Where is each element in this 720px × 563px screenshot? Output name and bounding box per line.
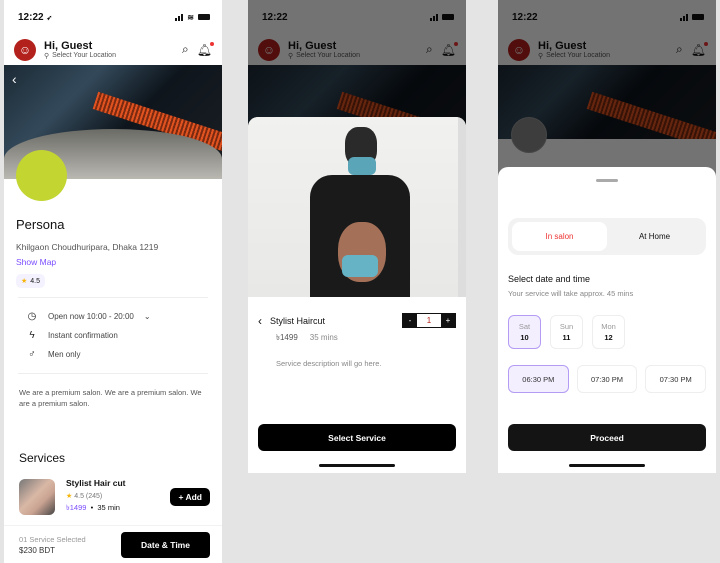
- back-icon[interactable]: ‹: [258, 314, 262, 328]
- feature-confirmation: ϟ Instant confirmation: [16, 326, 210, 345]
- pin-icon: ⚲: [44, 52, 50, 60]
- show-map-link[interactable]: Show Map: [16, 257, 210, 267]
- home-indicator: [319, 464, 395, 467]
- salon-about: We are a premium salon. We are a premium…: [19, 388, 202, 408]
- service-rating: ★ 4.5 (245): [66, 492, 126, 500]
- feature-hours[interactable]: ◷ Open now 10:00 - 20:00 ⌄: [16, 307, 210, 326]
- clock-time: 12:22: [18, 11, 44, 23]
- service-description: Service description will go here.: [276, 359, 382, 368]
- time-option[interactable]: 07:30 PM: [576, 365, 638, 393]
- chevron-down-icon[interactable]: ⌄: [144, 312, 151, 321]
- signal-icon: [175, 13, 184, 21]
- app-header: ☺ Hi, Guest ⚲ Select Your Location ⌕ 🔔︎: [4, 34, 222, 65]
- hours-label: Open now 10:00 - 20:00: [48, 312, 134, 321]
- increment-button[interactable]: +: [441, 314, 455, 327]
- location-type-toggle: In salon At Home: [508, 218, 706, 255]
- home-indicator: [569, 464, 645, 467]
- wifi-icon: ≋: [187, 12, 194, 22]
- service-title: Stylist Haircut: [270, 315, 326, 326]
- rating-badge: ★ 4.5: [16, 274, 46, 288]
- service-price: ৳1499: [66, 503, 87, 512]
- location-label: Select Your Location: [52, 52, 116, 59]
- decrement-button[interactable]: -: [403, 314, 417, 327]
- salon-address: Khilgaon Choudhuripara, Dhaka 1219: [16, 242, 159, 252]
- quantity-stepper: - 1 +: [402, 313, 456, 328]
- time-option[interactable]: 07:30 PM: [645, 365, 707, 393]
- services-heading: Services: [19, 451, 66, 465]
- service-sheet: ‹ Stylist Haircut - 1 + ৳1499 35 mins Ser…: [248, 117, 466, 473]
- day-name: Sat: [518, 322, 531, 331]
- service-photo: [248, 117, 466, 297]
- back-icon[interactable]: ‹: [12, 71, 17, 87]
- service-price: ৳1499: [276, 333, 298, 342]
- user-icon: ☺: [18, 42, 32, 57]
- location-selector[interactable]: ⚲ Select Your Location: [44, 52, 116, 60]
- service-rating-value: 4.5: [74, 493, 84, 500]
- proceed-button[interactable]: Proceed: [508, 424, 706, 451]
- star-icon: ★: [21, 278, 28, 285]
- date-time-title: Select date and time: [508, 274, 591, 284]
- tab-at-home[interactable]: At Home: [607, 222, 702, 251]
- service-price-row: ৳1499 • 35 min: [66, 503, 120, 512]
- day-name: Mon: [601, 322, 616, 331]
- tab-in-salon[interactable]: In salon: [512, 222, 607, 251]
- feature-gender: ♂ Men only: [16, 345, 210, 364]
- status-bar: 12:22 ➶ ≋: [4, 0, 222, 34]
- service-title: Stylist Hair cut: [66, 478, 126, 488]
- drag-handle[interactable]: [596, 179, 618, 182]
- search-icon[interactable]: ⌕: [182, 42, 189, 57]
- day-option[interactable]: Mon 12: [592, 315, 625, 349]
- day-picker: Sat 10 Sun 11 Mon 12: [498, 315, 716, 349]
- time-picker: 06:30 PM 07:30 PM 07:30 PM: [498, 365, 716, 393]
- rating-value: 4.5: [30, 277, 41, 285]
- service-review-count: (245): [85, 493, 103, 500]
- salon-logo: [16, 150, 67, 201]
- service-duration: 35 mins: [309, 333, 338, 342]
- salon-detail-screen: 12:22 ➶ ≋ ☺ Hi, Guest ⚲ Select Your Locat…: [4, 0, 222, 563]
- day-option[interactable]: Sun 11: [550, 315, 583, 349]
- day-date: 12: [604, 333, 613, 342]
- service-item[interactable]: Stylist Hair cut ★ 4.5 (245) ৳1499 • 35 …: [16, 478, 210, 515]
- salon-name: Persona: [16, 217, 65, 232]
- greeting: Hi, Guest: [44, 39, 93, 52]
- booking-sheet: In salon At Home Select date and time Yo…: [498, 167, 716, 473]
- day-date: 10: [520, 333, 529, 342]
- total-price: $230 BDT: [19, 545, 56, 555]
- confirmation-label: Instant confirmation: [48, 331, 118, 340]
- day-name: Sun: [559, 322, 574, 331]
- gender-label: Men only: [48, 350, 81, 359]
- day-date: 11: [562, 333, 571, 342]
- location-arrow-icon: ➶: [46, 14, 53, 22]
- service-duration: 35 min: [97, 503, 120, 512]
- bell-icon[interactable]: 🔔︎: [197, 41, 215, 57]
- battery-icon: [198, 14, 210, 20]
- star-icon: ★: [66, 493, 73, 500]
- divider: [18, 297, 208, 298]
- date-time-button[interactable]: Date & Time: [121, 531, 210, 558]
- select-service-button[interactable]: Select Service: [258, 424, 456, 451]
- user-avatar[interactable]: ☺: [14, 38, 36, 61]
- selected-count: 01 Service Selected: [19, 534, 86, 544]
- clock-icon: ◷: [27, 311, 37, 322]
- service-detail-screen: 12:22 ☺Hi, Guest⚲ Select Your Location⌕🔔…: [248, 0, 466, 473]
- male-icon: ♂: [28, 349, 36, 360]
- service-thumbnail: [19, 478, 55, 515]
- divider: [18, 373, 208, 374]
- date-time-subtitle: Your service will take approx. 45 mins: [508, 289, 634, 298]
- add-service-button[interactable]: + Add: [170, 487, 210, 506]
- day-option[interactable]: Sat 10: [508, 315, 541, 349]
- booking-footer: 01 Service Selected $230 BDT Date & Time: [4, 525, 222, 563]
- booking-screen: 12:22 ☺Hi, Guest⚲ Select Your Location⌕🔔…: [498, 0, 716, 473]
- time-option[interactable]: 06:30 PM: [508, 365, 569, 393]
- quantity-value[interactable]: 1: [417, 314, 441, 327]
- bolt-icon: ϟ: [29, 330, 35, 341]
